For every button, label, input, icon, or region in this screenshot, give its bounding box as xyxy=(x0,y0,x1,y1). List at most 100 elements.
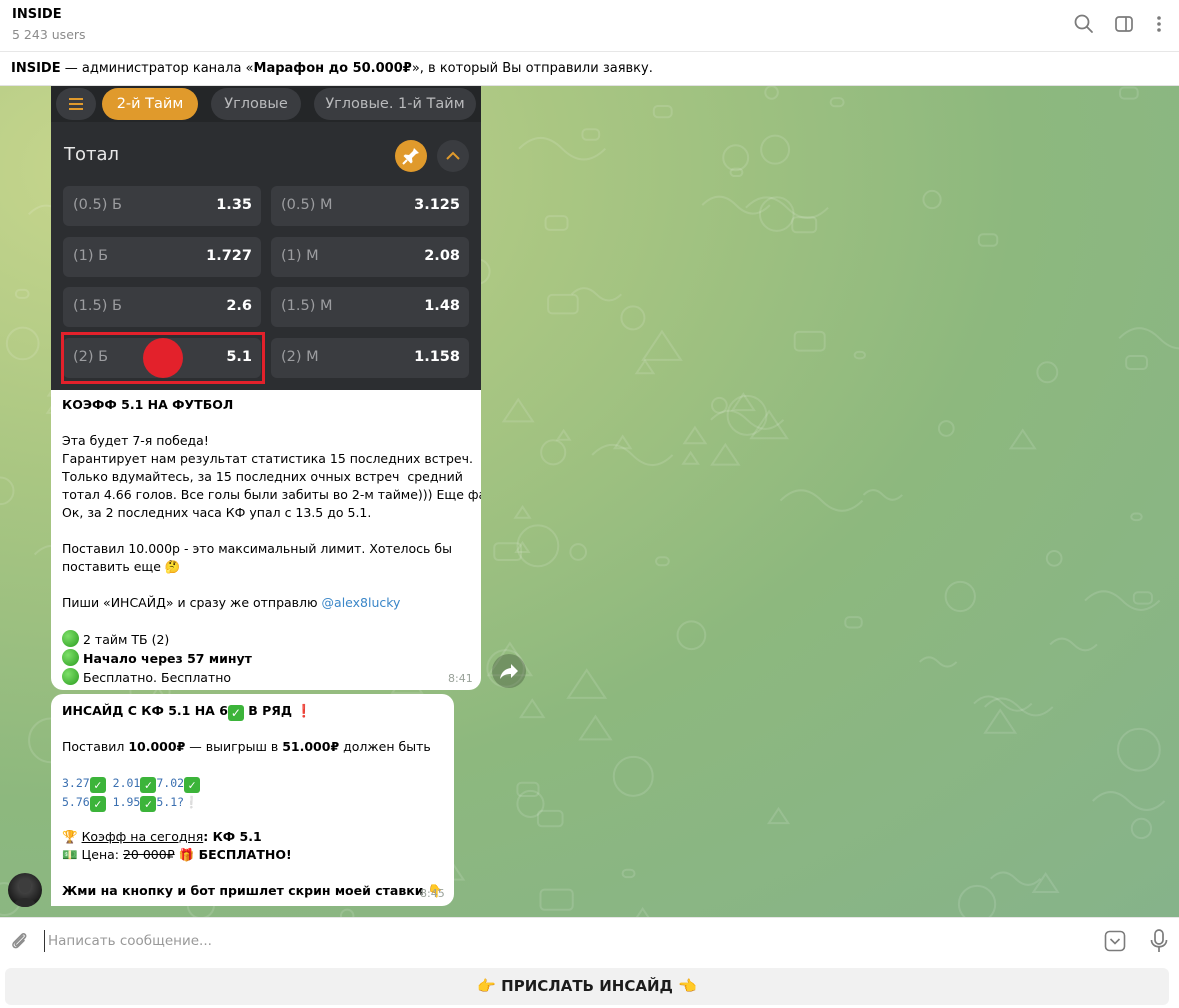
notice-channel-name: Марафон до 50.000₽ xyxy=(253,61,412,76)
message-paragraph: Пиши «ИНСАЙД» и сразу же отправлю @alex8… xyxy=(62,595,401,610)
message-paragraph: Поставил 10.000р - это максимальный лими… xyxy=(62,541,452,574)
tab-second-half: 2-й Тайм xyxy=(102,88,198,120)
paperclip-icon[interactable] xyxy=(8,930,30,952)
doodle-shape xyxy=(922,189,942,210)
doodle-shape xyxy=(555,428,572,441)
chat-history[interactable]: 2-й Тайм Угловые Угловые. 1-й Тайм Тотал… xyxy=(0,86,1179,917)
odd-cell: (0.5) М 3.125 xyxy=(271,186,469,226)
message-paragraph: Эта будет 7-я победа! Гарантирует нам ре… xyxy=(62,433,481,520)
doodle-shape xyxy=(1036,361,1059,384)
doodle-shape xyxy=(710,409,785,430)
doodle-shape xyxy=(1130,817,1153,840)
doodle-shape xyxy=(937,420,955,437)
forward-icon[interactable] xyxy=(492,654,526,688)
reply-keyboard: 👉 ПРИСЛАТЬ ИНСАЙД 👈 xyxy=(0,963,1179,1008)
doodle-shape xyxy=(655,556,670,567)
section-title: Тотал xyxy=(64,144,120,165)
doodle-shape xyxy=(764,86,779,100)
microphone-icon[interactable] xyxy=(1148,928,1170,954)
message-headline: КОЭФФ 5.1 НА ФУТБОЛ xyxy=(62,397,234,412)
message-headline: ИНСАЙД С КФ 5.1 НА 6 ✓ В РЯД ❗ xyxy=(62,703,312,721)
doodle-shape xyxy=(760,134,791,165)
doodle-shape xyxy=(676,620,707,651)
doodle-shape xyxy=(977,233,999,247)
odd-cell: (1.5) М 1.48 xyxy=(271,287,469,327)
white-exclamation-icon: ❕ xyxy=(184,795,199,809)
chat-header: INSIDE 5 243 users xyxy=(0,0,1179,52)
trophy-icon: 🏆 xyxy=(62,829,78,844)
odd-cell: (0.5) Б 1.35 xyxy=(63,186,261,226)
more-vertical-icon[interactable] xyxy=(1148,13,1170,35)
doodle-shape xyxy=(983,708,1018,734)
doodle-shape xyxy=(518,698,546,719)
doodle-shape xyxy=(722,144,750,172)
doodle-shape xyxy=(1045,549,1063,567)
doodle-shape xyxy=(853,350,866,360)
doodle-shape xyxy=(518,136,607,161)
check-mark-icon: ✓ xyxy=(227,705,244,721)
doodle-shape xyxy=(682,425,708,445)
check-mark-icon: ✓ xyxy=(184,777,201,793)
gift-icon: 🎁 xyxy=(178,847,195,862)
doodle-shape xyxy=(566,668,608,699)
doodle-shape xyxy=(591,443,674,467)
doodle-shape xyxy=(578,714,613,741)
doodle-shape xyxy=(1118,327,1179,350)
green-circle-icon xyxy=(62,668,79,685)
doodle-shape xyxy=(652,105,673,119)
doodle-shape xyxy=(14,288,30,299)
send-insight-button[interactable]: 👉 ПРИСЛАТЬ ИНСАЙД 👈 xyxy=(5,968,1169,1005)
doodle-shape xyxy=(681,450,700,465)
username-link[interactable]: @alex8lucky xyxy=(322,595,401,610)
doodle-shape xyxy=(779,489,864,512)
doodle-shape xyxy=(581,128,601,141)
doodle-shape xyxy=(944,580,976,613)
avatar[interactable] xyxy=(8,873,42,907)
doodle-shape xyxy=(1119,86,1139,100)
doodle-shape xyxy=(844,616,863,629)
betting-screenshot[interactable]: 2-й Тайм Угловые Угловые. 1-й Тайм Тотал… xyxy=(51,86,481,390)
message-time: 8:45 xyxy=(420,887,445,900)
message-input[interactable] xyxy=(44,930,1044,952)
doodle-shape xyxy=(1125,355,1148,371)
doodle-shape xyxy=(621,868,636,879)
search-icon[interactable] xyxy=(1073,13,1095,35)
bot-keyboard-icon[interactable] xyxy=(1103,929,1127,953)
doodle-shape xyxy=(829,97,845,108)
doodle-shape xyxy=(536,809,564,828)
doodle-shape xyxy=(1130,512,1143,522)
doodle-shape xyxy=(710,396,728,414)
check-mark-icon: ✓ xyxy=(89,777,106,793)
notice-channel: INSIDE xyxy=(11,61,61,76)
check-mark-icon: ✓ xyxy=(89,796,106,812)
notice-text-end: », в который Вы отправили заявку. xyxy=(411,61,653,76)
doodle-shape xyxy=(758,196,795,232)
doodle-shape xyxy=(766,806,791,825)
message-bubble[interactable]: 2-й Тайм Угловые Угловые. 1-й Тайм Тотал… xyxy=(51,86,481,690)
doodle-shape xyxy=(726,394,768,436)
message-bubble[interactable]: ИНСАЙД С КФ 5.1 НА 6 ✓ В РЯД ❗ Поставил 1… xyxy=(51,694,454,906)
bet-line: Поставил 10.000₽ — выигрыш в 51.000₽ дол… xyxy=(62,739,431,754)
join-request-notice: INSIDE — администратор канала «Марафон д… xyxy=(0,52,1179,86)
chevron-up-icon xyxy=(437,140,469,172)
exclamation-icon: ❗ xyxy=(296,703,312,718)
coef-line: 🏆 Коэфф на сегодня: КФ 5.1 💵 Цена: 20 00… xyxy=(62,829,292,862)
notice-text: — администратор канала « xyxy=(60,61,254,76)
chat-title[interactable]: INSIDE xyxy=(12,7,62,22)
doodle-shape xyxy=(570,287,623,302)
odd-cell: (2) М 1.158 xyxy=(271,338,469,378)
green-circle-icon xyxy=(62,649,79,666)
tab-corners-first-half: Угловые. 1-й Тайм xyxy=(314,88,476,120)
thinking-emoji: 🤔 xyxy=(164,559,181,574)
doodle-shape xyxy=(791,216,818,234)
doodle-shape xyxy=(0,476,15,506)
doodle-shape xyxy=(513,505,532,519)
doodle-shape xyxy=(501,397,535,423)
doodle-shape xyxy=(919,656,958,668)
doodle-shape xyxy=(539,888,574,911)
doodle-shape xyxy=(990,871,1042,886)
bullet-list: 2 тайм ТБ (2) Начало через 57 минут Бесп… xyxy=(62,630,252,687)
sidebar-toggle-icon[interactable] xyxy=(1113,13,1135,35)
doodle-shape xyxy=(862,489,903,501)
doodle-shape xyxy=(793,330,826,352)
